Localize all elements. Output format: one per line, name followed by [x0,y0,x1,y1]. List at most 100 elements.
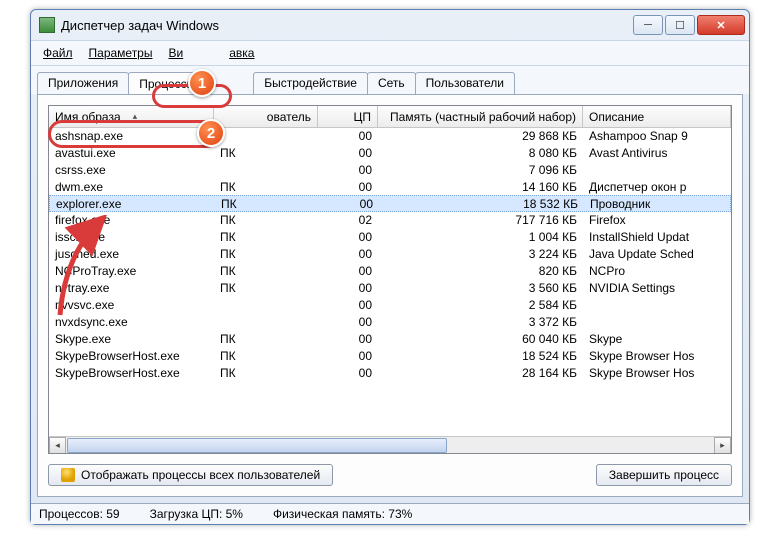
cell-memory: 18 532 КБ [379,196,584,211]
cell-cpu: 00 [319,196,379,211]
cell-memory: 28 164 КБ [378,365,583,382]
menu-options[interactable]: Параметры [83,44,159,62]
minimize-button[interactable]: ─ [633,15,663,35]
table-row[interactable]: csrss.exe007 096 КБ [49,162,731,179]
cell-name: firefox.exe [49,212,214,229]
table-row[interactable]: SkypeBrowserHost.exeПК0028 164 КБSkype B… [49,365,731,382]
cell-user: ПК [214,348,318,365]
process-rows: ashsnap.exe0029 868 КБAshampoo Snap 9ava… [49,128,731,436]
cell-user: ПК [214,263,318,280]
task-manager-window: Диспетчер задач Windows ─ ☐ ✕ Файл Парам… [30,9,750,525]
tab-users[interactable]: Пользователи [415,72,515,94]
table-row[interactable]: avastui.exeПК008 080 КБAvast Antivirus [49,145,731,162]
end-process-button[interactable]: Завершить процесс [596,464,732,486]
cell-user: ПК [214,280,318,297]
cell-name: avastui.exe [49,145,214,162]
cell-user: ПК [214,229,318,246]
table-row[interactable]: nvvsvc.exe002 584 КБ [49,297,731,314]
cell-cpu: 00 [318,348,378,365]
cell-name: issch.exe [49,229,214,246]
table-row[interactable]: explorer.exeПК0018 532 КБПроводник [49,195,731,212]
cell-memory: 3 372 КБ [378,314,583,331]
cell-cpu: 00 [318,128,378,145]
scroll-thumb[interactable] [67,438,447,453]
table-row[interactable]: nvtray.exeПК003 560 КБNVIDIA Settings [49,280,731,297]
menu-file[interactable]: Файл [37,44,79,62]
table-row[interactable]: ashsnap.exe0029 868 КБAshampoo Snap 9 [49,128,731,145]
cell-cpu: 00 [318,280,378,297]
status-cpu: Загрузка ЦП: 5% [150,507,243,521]
cell-memory: 717 716 КБ [378,212,583,229]
shield-icon [61,468,75,482]
tab-applications[interactable]: Приложения [37,72,129,94]
cell-description: Проводник [584,196,730,211]
column-headers: Имя образа ▴ ователь ЦП Память (частный … [49,106,731,128]
cell-description: Skype Browser Hos [583,365,731,382]
cell-description: InstallShield Updat [583,229,731,246]
cell-user: ПК [214,145,318,162]
cell-description: Диспетчер окон р [583,179,731,196]
col-cpu[interactable]: ЦП [318,106,378,127]
cell-cpu: 00 [318,365,378,382]
tab-networking[interactable]: Сеть [367,72,416,94]
col-image-name[interactable]: Имя образа ▴ [49,106,214,127]
cell-cpu: 00 [318,297,378,314]
table-row[interactable]: SkypeBrowserHost.exeПК0018 524 КБSkype B… [49,348,731,365]
cell-name: NCProTray.exe [49,263,214,280]
cell-description: Avast Antivirus [583,145,731,162]
cell-memory: 29 868 КБ [378,128,583,145]
cell-name: dwm.exe [49,179,214,196]
cell-cpu: 00 [318,162,378,179]
cell-user: ПК [214,331,318,348]
cell-name: ashsnap.exe [49,128,214,145]
cell-description [583,162,731,179]
cell-memory: 3 224 КБ [378,246,583,263]
cell-user: ПК [214,212,318,229]
cell-description: Skype Browser Hos [583,348,731,365]
cell-memory: 8 080 КБ [378,145,583,162]
cell-cpu: 02 [318,212,378,229]
cell-cpu: 00 [318,331,378,348]
table-row[interactable]: nvxdsync.exe003 372 КБ [49,314,731,331]
tabbar: Приложения Процессы Быстродействие Сеть … [31,66,749,94]
cell-name: SkypeBrowserHost.exe [49,365,214,382]
titlebar[interactable]: Диспетчер задач Windows ─ ☐ ✕ [31,10,749,40]
table-row[interactable]: firefox.exeПК02717 716 КБFirefox [49,212,731,229]
table-row[interactable]: jusched.exeПК003 224 КБJava Update Sched [49,246,731,263]
col-description[interactable]: Описание [583,106,731,127]
cell-user [214,314,318,331]
cell-cpu: 00 [318,179,378,196]
horizontal-scrollbar[interactable]: ◂ ▸ [49,436,731,453]
cell-description: Skype [583,331,731,348]
tab-performance[interactable]: Быстродействие [253,72,368,94]
table-row[interactable]: NCProTray.exeПК00820 КБNCPro [49,263,731,280]
tab-content: Имя образа ▴ ователь ЦП Память (частный … [37,94,743,497]
cell-name: nvvsvc.exe [49,297,214,314]
col-user[interactable]: ователь [214,106,318,127]
table-row[interactable]: dwm.exeПК0014 160 КБДиспетчер окон р [49,179,731,196]
cell-cpu: 00 [318,145,378,162]
table-row[interactable]: issch.exeПК001 004 КБInstallShield Updat [49,229,731,246]
cell-name: csrss.exe [49,162,214,179]
cell-user: ПК [214,179,318,196]
cell-memory: 820 КБ [378,263,583,280]
col-memory[interactable]: Память (частный рабочий набор) [378,106,583,127]
cell-name: SkypeBrowserHost.exe [49,348,214,365]
col-image-name-label: Имя образа [55,110,121,124]
cell-user: ПК [215,196,319,211]
menu-help[interactable]: авка [223,44,260,62]
cell-cpu: 00 [318,246,378,263]
annotation-badge-2: 2 [197,119,225,147]
cell-user [214,297,318,314]
menu-view[interactable]: Ви [162,44,189,62]
show-all-users-button[interactable]: Отображать процессы всех пользователей [48,464,333,486]
cell-memory: 14 160 КБ [378,179,583,196]
scroll-right-button[interactable]: ▸ [714,437,731,454]
cell-user: ПК [214,246,318,263]
cell-name: Skype.exe [49,331,214,348]
close-button[interactable]: ✕ [697,15,745,35]
scroll-left-button[interactable]: ◂ [49,437,66,454]
table-row[interactable]: Skype.exeПК0060 040 КБSkype [49,331,731,348]
maximize-button[interactable]: ☐ [665,15,695,35]
cell-description: Java Update Sched [583,246,731,263]
